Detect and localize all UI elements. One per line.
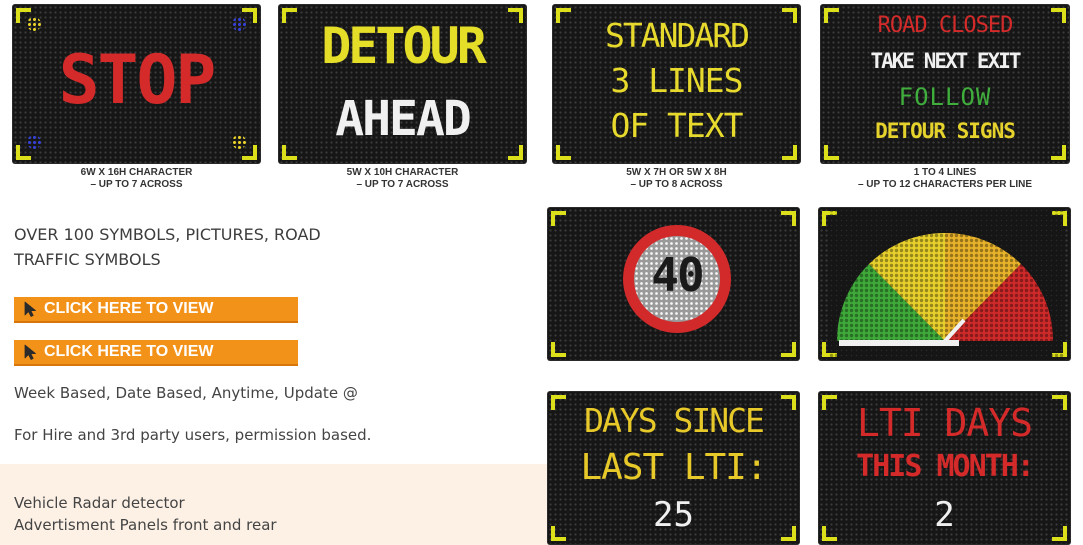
caption-line: – UP TO 12 CHARACTERS PER LINE	[857, 179, 1033, 190]
cursor-arrow-icon	[24, 344, 36, 360]
sign-line: 3 LINES	[610, 61, 743, 100]
click-here-to-view-button-2[interactable]: CLICK HERE TO VIEW	[14, 340, 298, 366]
speed-limit-number: 40	[651, 248, 704, 302]
caption-line: – UP TO 7 ACROSS	[90, 179, 183, 190]
button-label: CLICK HERE TO VIEW	[44, 300, 214, 317]
sign-line: FOLLOW	[898, 83, 992, 111]
sign-line: DETOUR SIGNS	[875, 119, 1016, 143]
corner-mark	[551, 342, 566, 357]
corner-mark	[1051, 145, 1066, 160]
sign-caption: 6W X 16H CHARACTER – UP TO 7 ACROSS	[13, 167, 260, 191]
sign-lti-days-month: LTI DAYS THIS MONTH: 2	[819, 392, 1070, 544]
caption-line: – UP TO 8 ACROSS	[630, 179, 723, 190]
sign-line: 2	[934, 495, 955, 535]
caption-line: 5W X 10H CHARACTER	[346, 167, 459, 178]
sign-caption: 5W X 7H OR 5W X 8H – UP TO 8 ACROSS	[553, 167, 800, 191]
flasher-blue	[232, 17, 246, 31]
sign-days-since-lti: DAYS SINCE LAST LTI: 25	[548, 392, 799, 544]
sign-line: TAKE NEXT EXIT	[870, 49, 1021, 73]
extra-feature: Vehicle Radar detector	[14, 494, 185, 512]
corner-mark	[556, 145, 571, 160]
sign-line: 25	[653, 495, 694, 535]
sign-line: LAST LTI:	[580, 447, 767, 488]
corner-mark	[824, 145, 839, 160]
corner-mark	[282, 145, 297, 160]
sign-stop: STOP	[13, 5, 260, 163]
click-here-to-view-button-1[interactable]: CLICK HERE TO VIEW	[14, 297, 298, 323]
corner-mark	[781, 211, 796, 226]
corner-mark	[551, 211, 566, 226]
access-text: For Hire and 3rd party users, permission…	[14, 426, 372, 444]
sign-line: OF TEXT	[610, 106, 743, 145]
caption-line: – UP TO 7 ACROSS	[356, 179, 449, 190]
caption-line: 5W X 7H OR 5W X 8H	[626, 167, 727, 178]
sign-caption: 5W X 10H CHARACTER – UP TO 7 ACROSS	[279, 167, 526, 191]
corner-mark	[781, 342, 796, 357]
flasher-amber	[232, 135, 246, 149]
flasher-blue	[27, 135, 41, 149]
sign-standard-3-lines: STANDARD 3 LINES OF TEXT	[553, 5, 800, 163]
sign-speed-40: 40	[548, 208, 799, 360]
corner-mark	[242, 145, 257, 160]
sign-line: AHEAD	[335, 91, 472, 147]
sign-caption: 1 TO 4 LINES – UP TO 12 CHARACTERS PER L…	[821, 167, 1069, 191]
button-label: CLICK HERE TO VIEW	[44, 343, 214, 360]
scheduling-text: Week Based, Date Based, Anytime, Update …	[14, 384, 358, 402]
caption-line: 6W X 16H CHARACTER	[80, 167, 193, 178]
corner-mark	[508, 145, 523, 160]
sign-road-closed: ROAD CLOSED TAKE NEXT EXIT FOLLOW DETOUR…	[821, 5, 1069, 163]
extra-feature: Advertisment Panels front and rear	[14, 516, 277, 534]
sign-line: ROAD CLOSED	[877, 13, 1014, 38]
cursor-arrow-icon	[24, 301, 36, 317]
sign-line: THIS MONTH:	[856, 449, 1035, 484]
sign-line: STANDARD	[605, 16, 750, 55]
sign-detour-ahead: DETOUR AHEAD	[279, 5, 526, 163]
gauge-graphic	[829, 208, 1064, 360]
sign-line: DAYS SINCE	[584, 401, 765, 440]
sign-line: LTI DAYS	[856, 401, 1033, 445]
corner-mark	[782, 145, 797, 160]
sign-line: STOP	[58, 41, 217, 120]
flasher-amber	[27, 17, 41, 31]
sign-gauge	[819, 208, 1070, 360]
symbols-heading: OVER 100 SYMBOLS, PICTURES, ROAD TRAFFIC…	[14, 225, 321, 269]
sign-line: DETOUR	[321, 17, 487, 75]
caption-line: 1 TO 4 LINES	[913, 167, 977, 178]
